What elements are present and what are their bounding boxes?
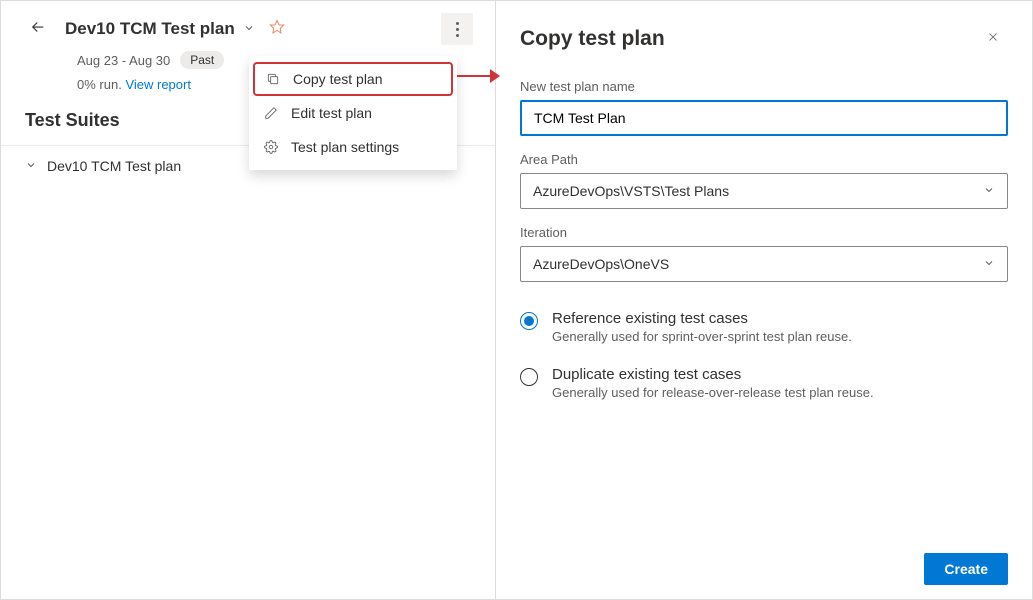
name-label: New test plan name xyxy=(520,79,1008,94)
dialog-footer: Create xyxy=(924,553,1008,585)
radio-group: Reference existing test cases Generally … xyxy=(496,282,1032,400)
more-actions-button[interactable] xyxy=(441,13,473,45)
date-range: Aug 23 - Aug 30 xyxy=(77,53,170,68)
chevron-down-icon xyxy=(983,257,995,272)
star-icon[interactable] xyxy=(269,19,285,40)
view-report-link[interactable]: View report xyxy=(125,77,191,92)
menu-item-label: Edit test plan xyxy=(291,105,372,121)
menu-edit-test-plan[interactable]: Edit test plan xyxy=(249,96,457,130)
dropdown-value: AzureDevOps\OneVS xyxy=(533,256,669,272)
back-arrow-icon[interactable] xyxy=(29,18,47,41)
plan-title: Dev10 TCM Test plan xyxy=(65,19,235,39)
radio-description: Generally used for release-over-release … xyxy=(552,385,874,400)
menu-item-label: Copy test plan xyxy=(293,71,383,87)
dropdown-value: AzureDevOps\VSTS\Test Plans xyxy=(533,183,729,199)
area-path-dropdown[interactable]: AzureDevOps\VSTS\Test Plans xyxy=(520,173,1008,209)
copy-icon xyxy=(265,71,281,87)
radio-description: Generally used for sprint-over-sprint te… xyxy=(552,329,852,344)
gear-icon xyxy=(263,139,279,155)
area-path-label: Area Path xyxy=(520,152,1008,167)
radio-title: Duplicate existing test cases xyxy=(552,366,874,383)
tree-item-label: Dev10 TCM Test plan xyxy=(47,158,181,174)
radio-duplicate-existing[interactable]: Duplicate existing test cases Generally … xyxy=(520,366,1008,400)
menu-item-label: Test plan settings xyxy=(291,139,399,155)
annotation-arrow-head xyxy=(490,69,500,83)
chevron-down-icon[interactable] xyxy=(243,22,255,37)
iteration-dropdown[interactable]: AzureDevOps\OneVS xyxy=(520,246,1008,282)
form-section: New test plan name Area Path AzureDevOps… xyxy=(496,65,1032,282)
chevron-down-icon xyxy=(25,159,37,174)
radio-reference-existing[interactable]: Reference existing test cases Generally … xyxy=(520,310,1008,344)
menu-copy-test-plan[interactable]: Copy test plan xyxy=(253,62,453,96)
create-button[interactable]: Create xyxy=(924,553,1008,585)
iteration-label: Iteration xyxy=(520,225,1008,240)
menu-test-plan-settings[interactable]: Test plan settings xyxy=(249,130,457,164)
edit-icon xyxy=(263,105,279,121)
radio-icon xyxy=(520,368,538,386)
radio-icon xyxy=(520,312,538,330)
past-badge: Past xyxy=(180,51,224,69)
radio-title: Reference existing test cases xyxy=(552,310,852,327)
chevron-down-icon xyxy=(983,184,995,199)
close-icon[interactable] xyxy=(982,25,1004,53)
context-menu: Copy test plan Edit test plan Test plan … xyxy=(249,56,457,170)
copy-test-plan-dialog: Copy test plan New test plan name Area P… xyxy=(495,0,1033,600)
run-status: 0% run. xyxy=(77,77,122,92)
dialog-title: Copy test plan xyxy=(520,27,665,51)
plan-header: Dev10 TCM Test plan xyxy=(1,1,495,45)
test-plan-name-input[interactable] xyxy=(520,100,1008,136)
vertical-dots-icon xyxy=(456,22,459,37)
dialog-header: Copy test plan xyxy=(496,1,1032,65)
